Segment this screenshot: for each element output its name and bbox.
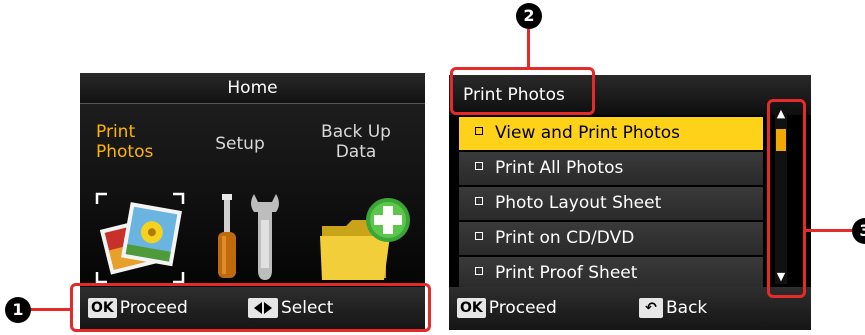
tools-icon[interactable] <box>210 190 290 284</box>
callout-box-footer-hints <box>70 283 431 332</box>
home-menu: Print Photos Setup Back Up Data <box>80 104 425 312</box>
menu-item-backup-data-label[interactable]: Back Up Data <box>308 122 404 162</box>
bullet-icon <box>475 197 483 205</box>
menu-item-print-on-cd-dvd[interactable]: Print on CD/DVD <box>459 222 763 255</box>
home-title: Home <box>80 73 425 104</box>
proceed-label: Proceed <box>488 298 557 318</box>
callout-leader-3 <box>806 229 852 232</box>
print-photos-menu: View and Print Photos Print All Photos P… <box>449 117 763 292</box>
ok-key-icon: OK <box>457 298 486 318</box>
menu-item-print-proof-sheet[interactable]: Print Proof Sheet <box>459 257 763 290</box>
menu-item-photo-layout-sheet[interactable]: Photo Layout Sheet <box>459 187 763 220</box>
ok-proceed-hint: OK Proceed <box>457 298 557 318</box>
bullet-icon <box>475 267 483 275</box>
menu-item-setup-label[interactable]: Setup <box>192 134 288 154</box>
callout-box-screen-title <box>450 67 595 115</box>
callout-leader-2 <box>527 29 530 67</box>
menu-item-print-all-photos[interactable]: Print All Photos <box>459 152 763 185</box>
photos-icon[interactable] <box>95 192 185 284</box>
bullet-icon <box>475 162 483 170</box>
print-photos-footer: OK Proceed ↶ Back <box>449 287 811 330</box>
callout-number-1: 1 <box>5 297 31 323</box>
callout-number-3: 3 <box>852 218 865 244</box>
bullet-icon <box>475 232 483 240</box>
back-label: Back <box>666 298 708 318</box>
callout-box-scrollbar <box>767 99 806 298</box>
bullet-icon <box>475 127 483 135</box>
callout-number-2: 2 <box>516 3 542 29</box>
menu-item-print-photos-label[interactable]: Print Photos <box>82 122 192 162</box>
back-key-icon: ↶ <box>639 298 663 318</box>
folder-add-icon[interactable] <box>316 192 416 284</box>
back-hint: ↶ Back <box>639 298 707 318</box>
menu-item-view-and-print-photos[interactable]: View and Print Photos <box>459 117 763 150</box>
callout-leader-1 <box>31 308 70 311</box>
